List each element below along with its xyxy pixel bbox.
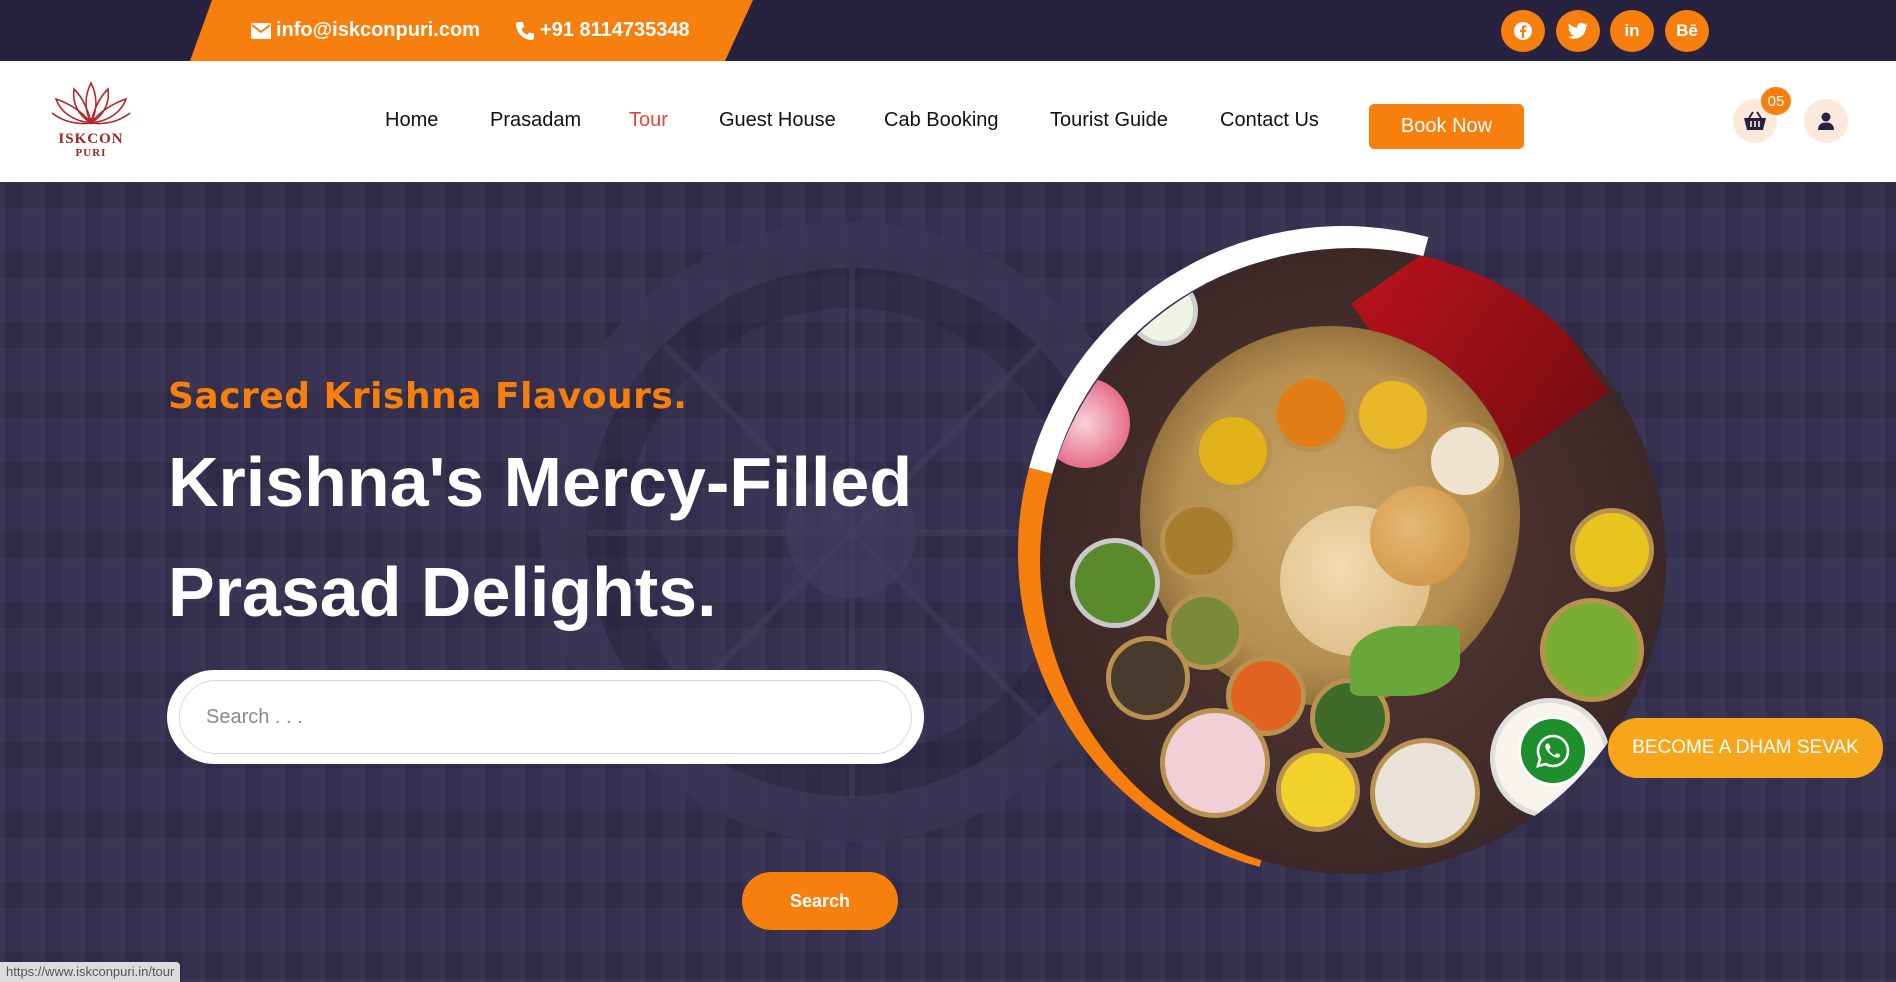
main-navbar: ISKCON PURI Home Prasadam Tour Guest Hou… <box>0 61 1896 182</box>
logo-text-iskcon: ISKCON <box>58 131 124 147</box>
behance-icon[interactable]: Bē <box>1665 10 1709 52</box>
kadhi-bowl <box>1354 376 1432 454</box>
phone-icon <box>514 20 536 42</box>
email-text: info@iskconpuri.com <box>276 19 480 41</box>
yellow-dal-bowl <box>1570 508 1654 592</box>
phone-text: +91 8114735348 <box>540 19 690 41</box>
search-field-frame <box>179 680 912 754</box>
banana-leaf <box>1350 626 1460 696</box>
sweet-bowl <box>1160 708 1270 818</box>
book-now-button[interactable]: Book Now <box>1369 104 1524 149</box>
curry-bowl <box>1272 374 1350 452</box>
user-icon <box>1818 112 1834 130</box>
top-bar: info@iskconpuri.com +91 8114735348 in Bē <box>0 0 1896 61</box>
hero-search-box <box>167 670 924 764</box>
hero-tagline: Sacred Krishna Flavours. <box>168 376 688 417</box>
linkedin-label: in <box>1624 21 1640 40</box>
whatsapp-icon <box>1536 734 1570 768</box>
twitter-icon[interactable] <box>1556 10 1600 52</box>
hero-headline-line1: Krishna's Mercy-Filled <box>168 443 913 521</box>
hero-search-input[interactable] <box>206 695 686 739</box>
lotus-icon <box>51 81 131 125</box>
nav-prasadam[interactable]: Prasadam <box>490 109 581 132</box>
dal-bowl <box>1194 412 1272 490</box>
curd-bowl <box>1128 276 1198 346</box>
kachori <box>1370 486 1470 586</box>
status-bar-url: https://www.iskconpuri.in/tour <box>0 962 181 982</box>
envelope-icon <box>250 20 272 42</box>
facebook-icon[interactable] <box>1501 10 1545 52</box>
behance-label: Bē <box>1676 21 1698 40</box>
whatsapp-button[interactable] <box>1518 716 1588 786</box>
logo-text-puri: PURI <box>75 147 107 159</box>
hero-section: Sacred Krishna Flavours. Krishna's Mercy… <box>0 182 1896 982</box>
chana-bowl <box>1160 502 1238 580</box>
raita-bowl <box>1370 738 1480 848</box>
nav-home[interactable]: Home <box>385 109 438 132</box>
nav-guest-house[interactable]: Guest House <box>719 109 836 132</box>
nav-tour[interactable]: Tour <box>629 109 668 132</box>
thali-plate <box>1140 326 1520 758</box>
lotus-flower <box>1040 378 1130 468</box>
email-link[interactable]: info@iskconpuri.com <box>250 0 480 61</box>
phone-link[interactable]: +91 8114735348 <box>514 0 690 61</box>
basket-icon <box>1744 111 1766 130</box>
iskcon-logo[interactable]: ISKCON PURI <box>48 79 134 165</box>
linkedin-icon[interactable]: in <box>1610 10 1654 52</box>
side-bowl <box>1070 538 1160 628</box>
nav-tourist-guide[interactable]: Tourist Guide <box>1050 109 1168 132</box>
cart-count-badge: 05 <box>1761 87 1791 115</box>
chutney-bowl <box>1106 636 1190 720</box>
hero-search-button[interactable]: Search <box>742 872 898 930</box>
nav-contact-us[interactable]: Contact Us <box>1220 109 1319 132</box>
account-button[interactable] <box>1804 99 1848 143</box>
hero-headline-line2: Prasad Delights. <box>168 553 717 631</box>
nav-cab-booking[interactable]: Cab Booking <box>884 109 999 132</box>
rasmalai-bowl <box>1276 748 1360 832</box>
salad-bowl <box>1540 598 1644 702</box>
become-dham-sevak-button[interactable]: BECOME A DHAM SEVAK <box>1608 718 1883 778</box>
